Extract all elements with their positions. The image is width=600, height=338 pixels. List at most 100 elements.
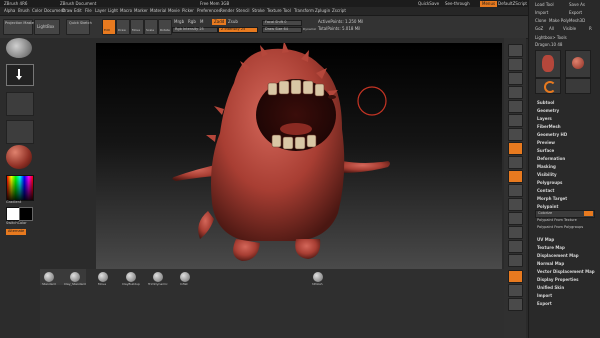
rotate-mode-button[interactable]: Rotate: [158, 19, 172, 35]
export-button[interactable]: Export: [569, 11, 582, 15]
standard-brush-icon[interactable]: [44, 272, 54, 282]
xyz-icon[interactable]: [508, 184, 523, 197]
menu-macro[interactable]: Macro: [120, 9, 132, 13]
menu-stencil[interactable]: Stencil: [236, 9, 250, 13]
scale-mode-button[interactable]: Scale: [144, 19, 158, 35]
polyf-icon[interactable]: [508, 270, 523, 283]
mrgb-button[interactable]: Mrgb: [174, 20, 184, 24]
menu-draw[interactable]: Draw: [62, 9, 72, 13]
menu-marker[interactable]: Marker: [134, 9, 148, 13]
menu-preferences[interactable]: Preferences: [197, 9, 221, 13]
deformation-panel[interactable]: Deformation: [537, 156, 565, 161]
displacement-map-panel[interactable]: Displacement Map: [537, 253, 579, 258]
aahalf-icon[interactable]: [508, 114, 523, 127]
local-icon[interactable]: [508, 156, 523, 169]
visible-button[interactable]: Visible: [563, 27, 576, 31]
vector-displacement-map-panel[interactable]: Vector Displacement Map: [537, 269, 595, 274]
zoom-icon[interactable]: [508, 86, 523, 99]
draw-mode-button[interactable]: Draw: [116, 19, 130, 35]
zsub-button[interactable]: Zsub: [228, 20, 238, 24]
standard-brush-icon[interactable]: [6, 38, 32, 58]
menu-tool[interactable]: Tool: [283, 9, 291, 13]
alpha-off-icon[interactable]: [6, 92, 34, 116]
linefill-icon[interactable]: [508, 254, 523, 267]
import-panel[interactable]: Import: [537, 293, 552, 298]
gradient-label[interactable]: Gradient: [6, 200, 21, 205]
frame-icon[interactable]: [508, 198, 523, 211]
monster-model[interactable]: [96, 43, 502, 269]
rgb-intensity-slider[interactable]: Rgb Intensity 25: [172, 27, 218, 33]
lightbox-tools-button[interactable]: Lightbox> Tools: [535, 36, 567, 40]
load-tool-button[interactable]: Load Tool: [535, 3, 554, 7]
save-as-button[interactable]: Save As: [569, 3, 585, 7]
switchcolor-label[interactable]: SwitchColor: [6, 221, 27, 226]
colorize-toggle[interactable]: [584, 211, 593, 216]
viewport[interactable]: [96, 43, 502, 269]
polymesh-icon[interactable]: [565, 78, 591, 94]
morph-target-panel[interactable]: Morph Target: [537, 196, 567, 201]
polypaint-from-polygroups-button[interactable]: Polypaint From Polygroups: [537, 225, 583, 230]
masking-panel[interactable]: Masking: [537, 164, 556, 169]
geometry-panel[interactable]: Geometry: [537, 108, 559, 113]
m-button[interactable]: M: [200, 20, 203, 24]
spix-icon[interactable]: [508, 58, 523, 71]
secondary-color-swatch[interactable]: [19, 207, 33, 221]
move-mode-button[interactable]: Move: [130, 19, 144, 35]
persp-icon[interactable]: [508, 128, 523, 141]
visibility-panel[interactable]: Visibility: [537, 172, 557, 177]
ghost-icon[interactable]: [508, 298, 523, 311]
simplebrush-icon[interactable]: [535, 78, 561, 94]
layers-panel[interactable]: Layers: [537, 116, 552, 121]
inflat-brush-icon[interactable]: [180, 272, 190, 282]
polypaint-panel[interactable]: Polypaint: [537, 204, 558, 209]
export-panel[interactable]: Export: [537, 301, 552, 306]
dynamic-button[interactable]: Dynamic: [303, 28, 316, 31]
menu-render[interactable]: Render: [220, 9, 234, 13]
menu-zscript[interactable]: Zscript: [332, 9, 346, 13]
make-polymesh-button[interactable]: Make PolyMesh3D: [549, 19, 585, 23]
rotate-view-icon[interactable]: [508, 240, 523, 253]
rgb-button[interactable]: Rgb: [188, 20, 196, 24]
menu-stroke[interactable]: Stroke: [252, 9, 265, 13]
normal-map-panel[interactable]: Normal Map: [537, 261, 564, 266]
quick-sketch-button[interactable]: Quick Sketch: [66, 19, 92, 35]
z-intensity-slider[interactable]: Z Intensity 25: [218, 27, 258, 33]
geometry-hd-panel[interactable]: Geometry HD: [537, 132, 567, 137]
texture-off-icon[interactable]: [6, 120, 34, 144]
uv-map-panel[interactable]: UV Map: [537, 237, 554, 242]
seethrough-slider[interactable]: See-through: [445, 2, 470, 6]
primary-color-swatch[interactable]: [6, 207, 20, 221]
menu-edit[interactable]: Edit: [74, 9, 82, 13]
polypaint-from-texture-button[interactable]: Polypaint From Texture: [537, 218, 577, 223]
polygroups-panel[interactable]: Polygroups: [537, 180, 562, 185]
lightbox-button[interactable]: LightBox: [34, 19, 60, 35]
actual-icon[interactable]: [508, 100, 523, 113]
tool-thumbnail-main[interactable]: [535, 50, 561, 78]
material-sphere-icon[interactable]: [6, 145, 32, 169]
menu-alpha[interactable]: Alpha: [4, 9, 15, 13]
contact-panel[interactable]: Contact: [537, 188, 554, 193]
tool-thumbnail-sphere[interactable]: [565, 50, 591, 78]
goz-button[interactable]: GoZ: [535, 27, 543, 31]
menu-material[interactable]: Material: [150, 9, 166, 13]
menu-movie[interactable]: Movie: [168, 9, 180, 13]
texture-map-panel[interactable]: Texture Map: [537, 245, 565, 250]
move-brush-icon[interactable]: [98, 272, 108, 282]
menu-layer[interactable]: Layer: [95, 9, 106, 13]
r-button[interactable]: R: [589, 27, 592, 31]
focal-shift-slider[interactable]: Focal Shift 0: [262, 20, 302, 26]
draw-size-slider[interactable]: Draw Size 64: [262, 27, 302, 33]
display-properties-panel[interactable]: Display Properties: [537, 277, 578, 282]
scroll-icon[interactable]: [508, 72, 523, 85]
move-view-icon[interactable]: [508, 212, 523, 225]
quicksave-button[interactable]: QuickSave: [418, 2, 439, 6]
import-button[interactable]: Import: [535, 11, 548, 15]
color-picker[interactable]: [6, 175, 34, 201]
menu-zplugin[interactable]: Zplugin: [315, 9, 330, 13]
edit-mode-button[interactable]: Edit: [102, 19, 116, 35]
preview-panel[interactable]: Preview: [537, 140, 555, 145]
all-button[interactable]: All: [549, 27, 554, 31]
lsym-icon[interactable]: [508, 170, 523, 183]
zadd-button[interactable]: Zadd: [212, 19, 227, 25]
hpolish-brush-icon[interactable]: [313, 272, 323, 282]
